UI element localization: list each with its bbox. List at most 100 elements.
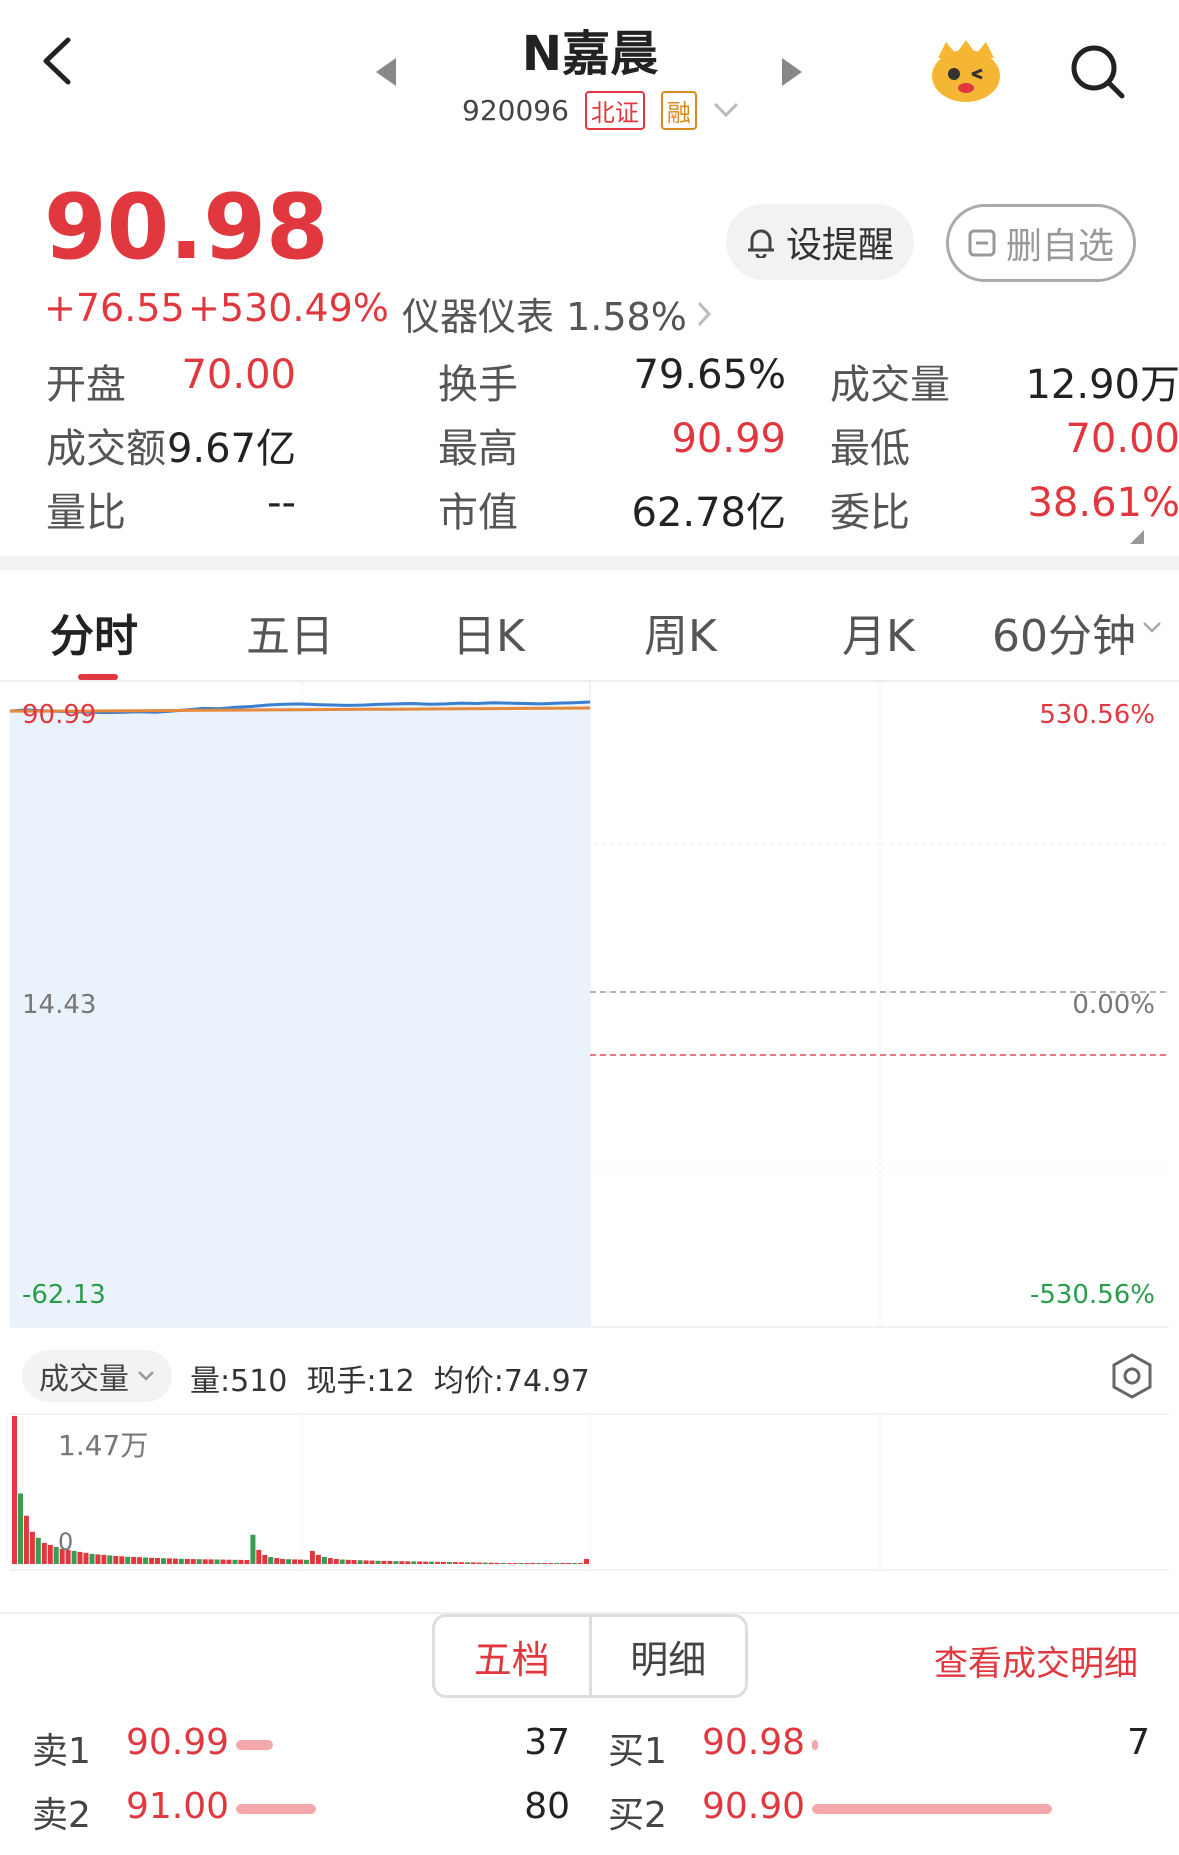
sell-depth-bar: [236, 1804, 316, 1814]
buy-level-qty: 7: [1127, 1722, 1150, 1763]
search-button[interactable]: [1070, 44, 1126, 100]
volume-bar: [536, 1563, 542, 1564]
sell-depth-bar: [236, 1740, 273, 1750]
intraday-chart[interactable]: [0, 682, 1179, 1332]
volume-bar: [12, 1416, 17, 1564]
buy-depth-bar: [812, 1804, 1052, 1814]
sector-label: 仪器仪表 1.58%: [402, 295, 687, 339]
volume-bar: [143, 1557, 149, 1564]
volume-bar: [548, 1563, 554, 1564]
volume-bar: [315, 1554, 321, 1564]
volume-bar: [208, 1559, 214, 1564]
volume-bar: [292, 1559, 298, 1564]
chevron-down-icon: [138, 1371, 154, 1381]
stat-value: --: [267, 480, 296, 526]
volume-info: 量:510 现手:12 均价:74.97: [190, 1364, 590, 1399]
sell-level-label: 卖1: [32, 1731, 91, 1772]
volume-bar: [232, 1559, 238, 1564]
volume-bar: [256, 1549, 262, 1564]
chevron-down-icon[interactable]: [1142, 620, 1162, 639]
buy-level-price: 90.90: [702, 1786, 806, 1827]
volume-bar: [429, 1561, 435, 1564]
volume-bar: [274, 1558, 280, 1564]
volume-bar: [304, 1559, 309, 1564]
stat-value: 70.00: [1065, 416, 1179, 462]
volume-bar: [524, 1563, 530, 1564]
remove-watchlist-button[interactable]: 删自选: [946, 204, 1136, 282]
volume-bar: [202, 1559, 208, 1564]
sell-level-price: 91.00: [126, 1786, 230, 1827]
set-reminder-button[interactable]: 设提醒: [726, 204, 914, 280]
tab-period[interactable]: 分时: [50, 600, 138, 664]
volume-bar: [506, 1563, 512, 1564]
volume-bar: [309, 1550, 315, 1564]
volume-bar: [226, 1559, 232, 1564]
volume-bar: [107, 1555, 113, 1564]
volume-bar: [29, 1531, 35, 1564]
volume-bar: [369, 1560, 375, 1564]
volume-bar: [452, 1562, 458, 1564]
volume-bar: [584, 1558, 589, 1564]
view-trade-details-link[interactable]: 查看成交明细: [934, 1636, 1138, 1685]
stat-value: 62.78亿: [631, 490, 786, 536]
price-change: +76.55: [44, 286, 185, 330]
volume-bar: [375, 1560, 381, 1564]
tab-five-levels[interactable]: 五档: [435, 1617, 592, 1695]
volume-bar: [47, 1544, 53, 1564]
tab-period[interactable]: 周K: [644, 600, 717, 664]
sell-level-label: 卖2: [32, 1795, 91, 1836]
tab-period[interactable]: 60分钟: [992, 600, 1136, 664]
volume-bar: [476, 1562, 482, 1564]
volume-bar: [500, 1562, 506, 1564]
volume-bar: [411, 1561, 417, 1564]
volume-bar: [172, 1558, 178, 1564]
tab-period[interactable]: 日K: [452, 600, 525, 664]
next-stock-arrow[interactable]: [782, 58, 802, 86]
search-icon: [1071, 45, 1125, 99]
volume-bar: [95, 1554, 101, 1564]
price-area: [10, 702, 590, 1327]
volume-bar: [518, 1563, 524, 1564]
stat-value: 38.61%: [1027, 480, 1179, 526]
volume-bar: [327, 1558, 333, 1564]
volume-settings-button[interactable]: [1110, 1352, 1154, 1400]
volume-bar: [447, 1562, 452, 1564]
current-price: 90.98: [44, 175, 329, 280]
volume-bar: [190, 1559, 196, 1564]
volume-bar: [488, 1562, 494, 1564]
volume-bar: [23, 1515, 29, 1564]
volume-zero-label: 0: [58, 1528, 74, 1556]
volume-bar: [566, 1563, 572, 1564]
volume-bar: [119, 1556, 125, 1564]
volume-chart: [10, 1413, 1169, 1571]
volume-bar: [166, 1558, 172, 1564]
tab-details[interactable]: 明细: [592, 1617, 746, 1695]
volume-bar: [298, 1559, 303, 1564]
volume-bar: [262, 1554, 268, 1564]
volume-bar: [530, 1563, 536, 1564]
tab-period[interactable]: 月K: [842, 600, 915, 664]
prev-stock-arrow[interactable]: [376, 58, 396, 86]
volume-bar: [280, 1559, 286, 1564]
volume-selector-label: 成交量: [39, 1362, 129, 1397]
mascot-icon[interactable]: [928, 36, 1004, 104]
volume-bar: [578, 1563, 584, 1564]
sector-link[interactable]: 仪器仪表 1.58%: [402, 286, 711, 341]
volume-selector[interactable]: 成交量: [22, 1350, 172, 1402]
stock-subtitle: 920096 北证 融: [462, 90, 739, 130]
volume-bar: [387, 1561, 393, 1564]
sell-level-qty: 80: [524, 1786, 570, 1827]
tab-period[interactable]: 五日: [246, 600, 334, 664]
stat-value: 90.99: [671, 416, 786, 462]
chevron-down-icon[interactable]: [713, 102, 739, 118]
price-change-pct: +530.49%: [188, 286, 389, 330]
volume-bar: [101, 1554, 107, 1564]
back-button[interactable]: [38, 36, 78, 86]
chevron-right-icon: [697, 301, 711, 326]
volume-bar: [423, 1561, 429, 1564]
settings-hexagon-icon: [1112, 1353, 1152, 1399]
expand-stats-icon[interactable]: [1130, 530, 1144, 544]
volume-bar: [113, 1555, 119, 1564]
volume-bar: [89, 1553, 95, 1564]
volume-bar: [268, 1557, 274, 1564]
